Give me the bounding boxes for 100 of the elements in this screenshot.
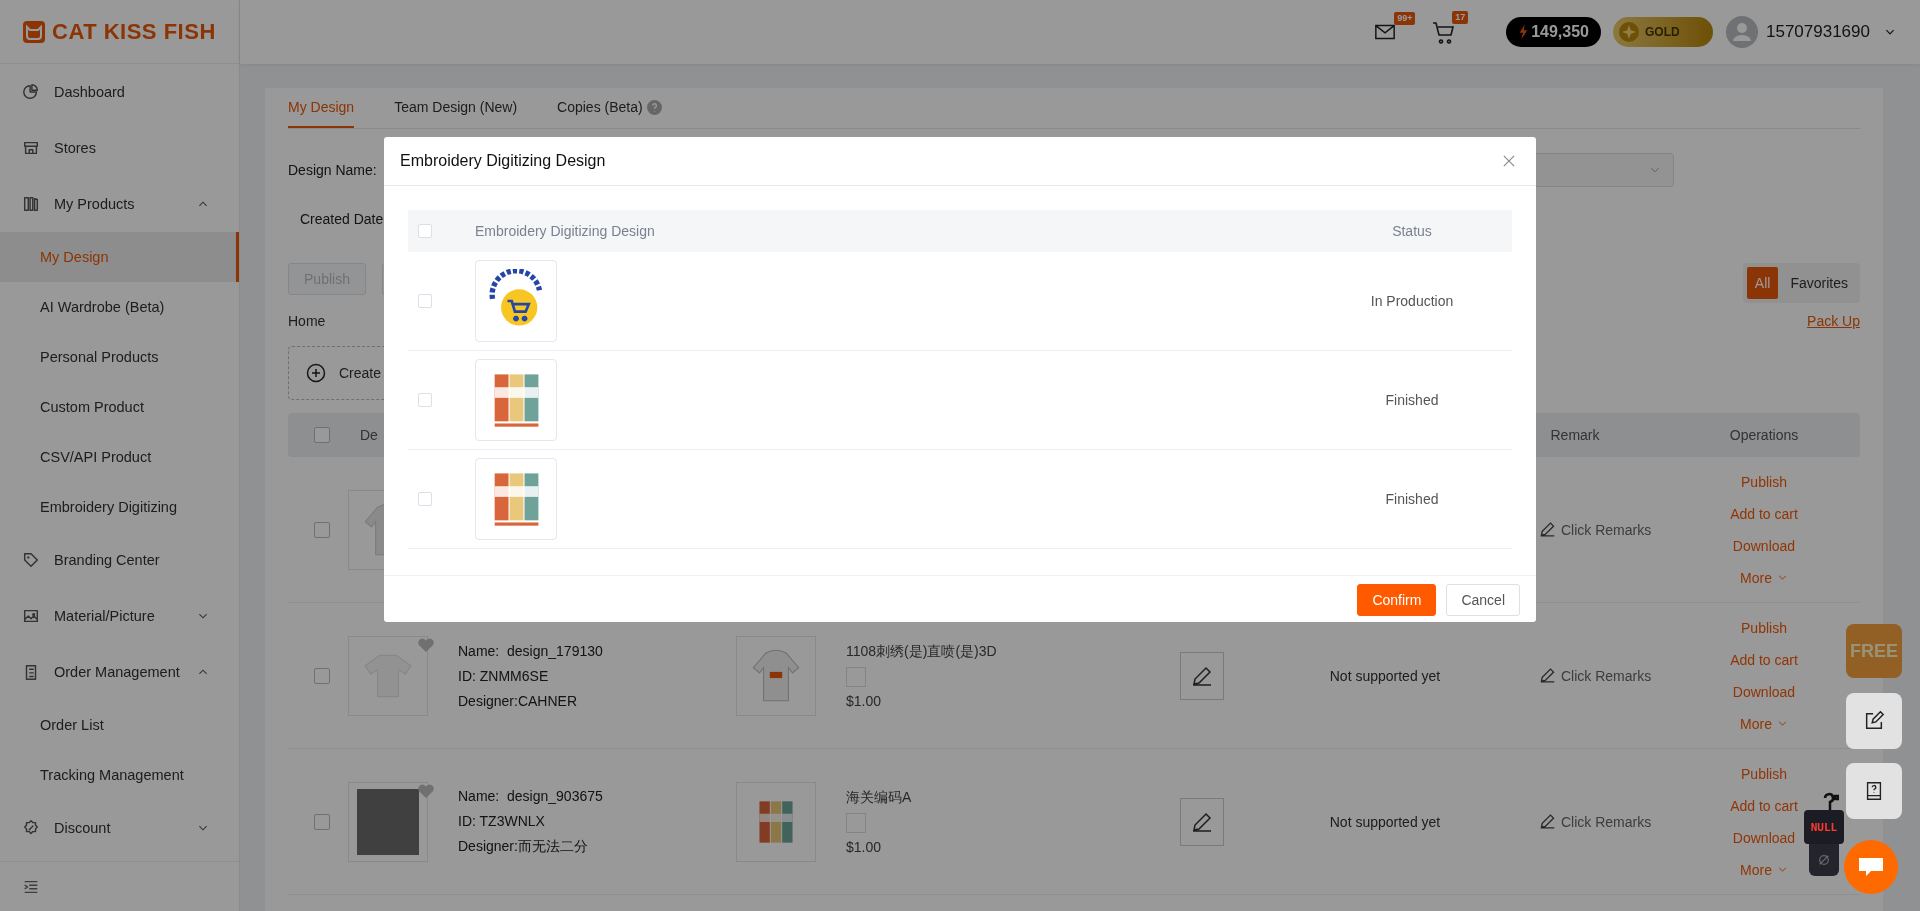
mascot-screen-text: NULL — [1810, 820, 1838, 834]
remark-link[interactable]: Click Remarks — [1561, 813, 1652, 830]
design-name-label: Design Name: — [288, 162, 377, 178]
operation-link[interactable]: Publish — [1741, 757, 1787, 790]
checkbox[interactable] — [314, 667, 330, 684]
design-name: Name: design_179130 — [458, 642, 604, 659]
design-name: Name: design_903675 — [458, 787, 604, 804]
points-pill[interactable]: 149,350 — [1506, 17, 1601, 47]
pencil-icon — [1540, 522, 1555, 537]
pie-chart-icon — [22, 83, 40, 101]
sparkle-icon — [1619, 22, 1639, 42]
edit-button[interactable] — [1180, 651, 1224, 700]
checkbox[interactable] — [314, 521, 330, 538]
sidebar-subitem[interactable]: Custom Product — [0, 382, 239, 432]
operation-link[interactable]: Add to cart — [1730, 789, 1798, 822]
sidebar-item[interactable]: Discount — [0, 800, 239, 856]
lightning-icon — [1518, 23, 1529, 41]
sidebar-subitem[interactable]: Personal Products — [0, 332, 239, 382]
checkbox[interactable] — [418, 294, 432, 308]
image-icon — [22, 607, 40, 625]
create-label: Create — [339, 365, 382, 381]
sidebar-subitem[interactable]: AI Wardrobe (Beta) — [0, 282, 239, 332]
sidebar-item[interactable]: My Products — [0, 176, 239, 232]
column-header: Remark — [1549, 427, 1601, 443]
heart-icon[interactable] — [417, 782, 435, 799]
checkbox[interactable] — [418, 224, 432, 238]
remark-link[interactable]: Click Remarks — [1561, 521, 1652, 538]
operation-link[interactable]: Publish — [1741, 611, 1787, 644]
account-number[interactable]: 15707931690 — [1766, 22, 1870, 42]
column-header: Operations — [1728, 427, 1800, 443]
message-count-badge: 99+ — [1394, 12, 1416, 25]
product-name: 1108刺绣(是)直喷(是)3D — [846, 642, 997, 661]
operation-link[interactable]: Download — [1732, 529, 1796, 562]
status-text: Finished — [1384, 392, 1440, 408]
sidebar-subitem[interactable]: Order List — [0, 700, 239, 750]
pencil-icon — [1540, 814, 1555, 829]
view-option[interactable]: Favorites — [1782, 267, 1856, 299]
store-icon — [22, 139, 40, 157]
breadcrumb[interactable]: Home — [288, 313, 326, 329]
tag-icon — [22, 551, 40, 569]
operation-link[interactable]: Add to cart — [1730, 643, 1798, 676]
operation-link[interactable]: More — [1740, 853, 1788, 886]
tier-pill[interactable]: GOLD — [1613, 17, 1713, 47]
cancel-button[interactable]: Cancel — [1446, 584, 1520, 616]
sidebar-subitem[interactable]: CSV/API Product — [0, 432, 239, 482]
photo-placeholder — [357, 788, 419, 855]
status-text: Finished — [1384, 491, 1440, 507]
sidebar-item[interactable]: Material/Picture — [0, 588, 239, 644]
cart-count-badge: 17 — [1452, 11, 1469, 24]
operation-link[interactable]: More — [1740, 561, 1788, 594]
operation-link[interactable]: Download — [1732, 821, 1796, 854]
pencil-icon — [1540, 668, 1555, 683]
column-header: Status — [1391, 223, 1433, 239]
avatar-icon[interactable] — [1726, 16, 1758, 48]
product-name: 海关编码A — [846, 788, 912, 807]
confirm-button[interactable]: Confirm — [1357, 584, 1437, 616]
column-header: De — [360, 427, 378, 443]
checkbox[interactable] — [314, 427, 330, 443]
help-button[interactable] — [1846, 763, 1902, 819]
tab[interactable]: Copies (Beta) — [557, 88, 662, 128]
chat-bubble-icon — [1857, 855, 1885, 879]
sidebar-item[interactable]: Order Management — [0, 644, 239, 700]
operation-link[interactable]: Download — [1732, 675, 1796, 708]
checkbox[interactable] — [418, 393, 432, 407]
feedback-button[interactable] — [1846, 693, 1902, 749]
designer-name: Designer:而无法二分 — [458, 837, 589, 856]
status-text: Not supported yet — [1328, 667, 1442, 684]
sidebar-item[interactable]: Dashboard — [0, 64, 239, 120]
checkbox[interactable] — [418, 492, 432, 506]
operation-link[interactable]: Publish — [1741, 465, 1787, 498]
pack-up-link[interactable]: Pack Up — [1807, 313, 1860, 329]
sidebar-subitem[interactable]: My Design — [0, 232, 239, 282]
tab[interactable]: Team Design (New) — [394, 88, 518, 128]
columns-icon — [22, 195, 40, 213]
sidebar-item[interactable]: Branding Center — [0, 532, 239, 588]
brand-name: CAT KISS FISH — [52, 18, 216, 45]
design-id: ID: ZNMM6SE — [458, 667, 550, 684]
heart-icon[interactable] — [417, 636, 435, 653]
operation-link[interactable]: Add to cart — [1730, 497, 1798, 530]
designer-name: Designer:CAHNER — [458, 692, 579, 709]
design-id: ID: TZ3WNLX — [458, 812, 546, 829]
sidebar-subitem[interactable]: Tracking Management — [0, 750, 239, 800]
checkbox[interactable] — [314, 813, 330, 830]
percent-badge-icon — [22, 819, 40, 837]
operation-link[interactable]: More — [1740, 707, 1788, 740]
edit-icon — [1863, 710, 1885, 732]
edit-button[interactable] — [1180, 797, 1224, 846]
product-price: $1.00 — [846, 838, 882, 855]
column-header: Embroidery Digitizing Design — [474, 223, 656, 239]
null-sign-icon — [1818, 854, 1830, 866]
status-text: In Production — [1369, 293, 1455, 309]
created-date-label: Created Date — [300, 211, 384, 227]
sidebar-subitem[interactable]: Embroidery Digitizing — [0, 482, 239, 532]
tab[interactable]: My Design — [288, 88, 355, 128]
sidebar-item[interactable]: Stores — [0, 120, 239, 176]
view-option[interactable]: All — [1746, 267, 1779, 299]
robot-mascot[interactable]: NULL — [1804, 790, 1844, 876]
cart-icon[interactable] — [1432, 20, 1457, 44]
close-icon[interactable] — [1503, 155, 1515, 167]
remark-link[interactable]: Click Remarks — [1561, 667, 1652, 684]
